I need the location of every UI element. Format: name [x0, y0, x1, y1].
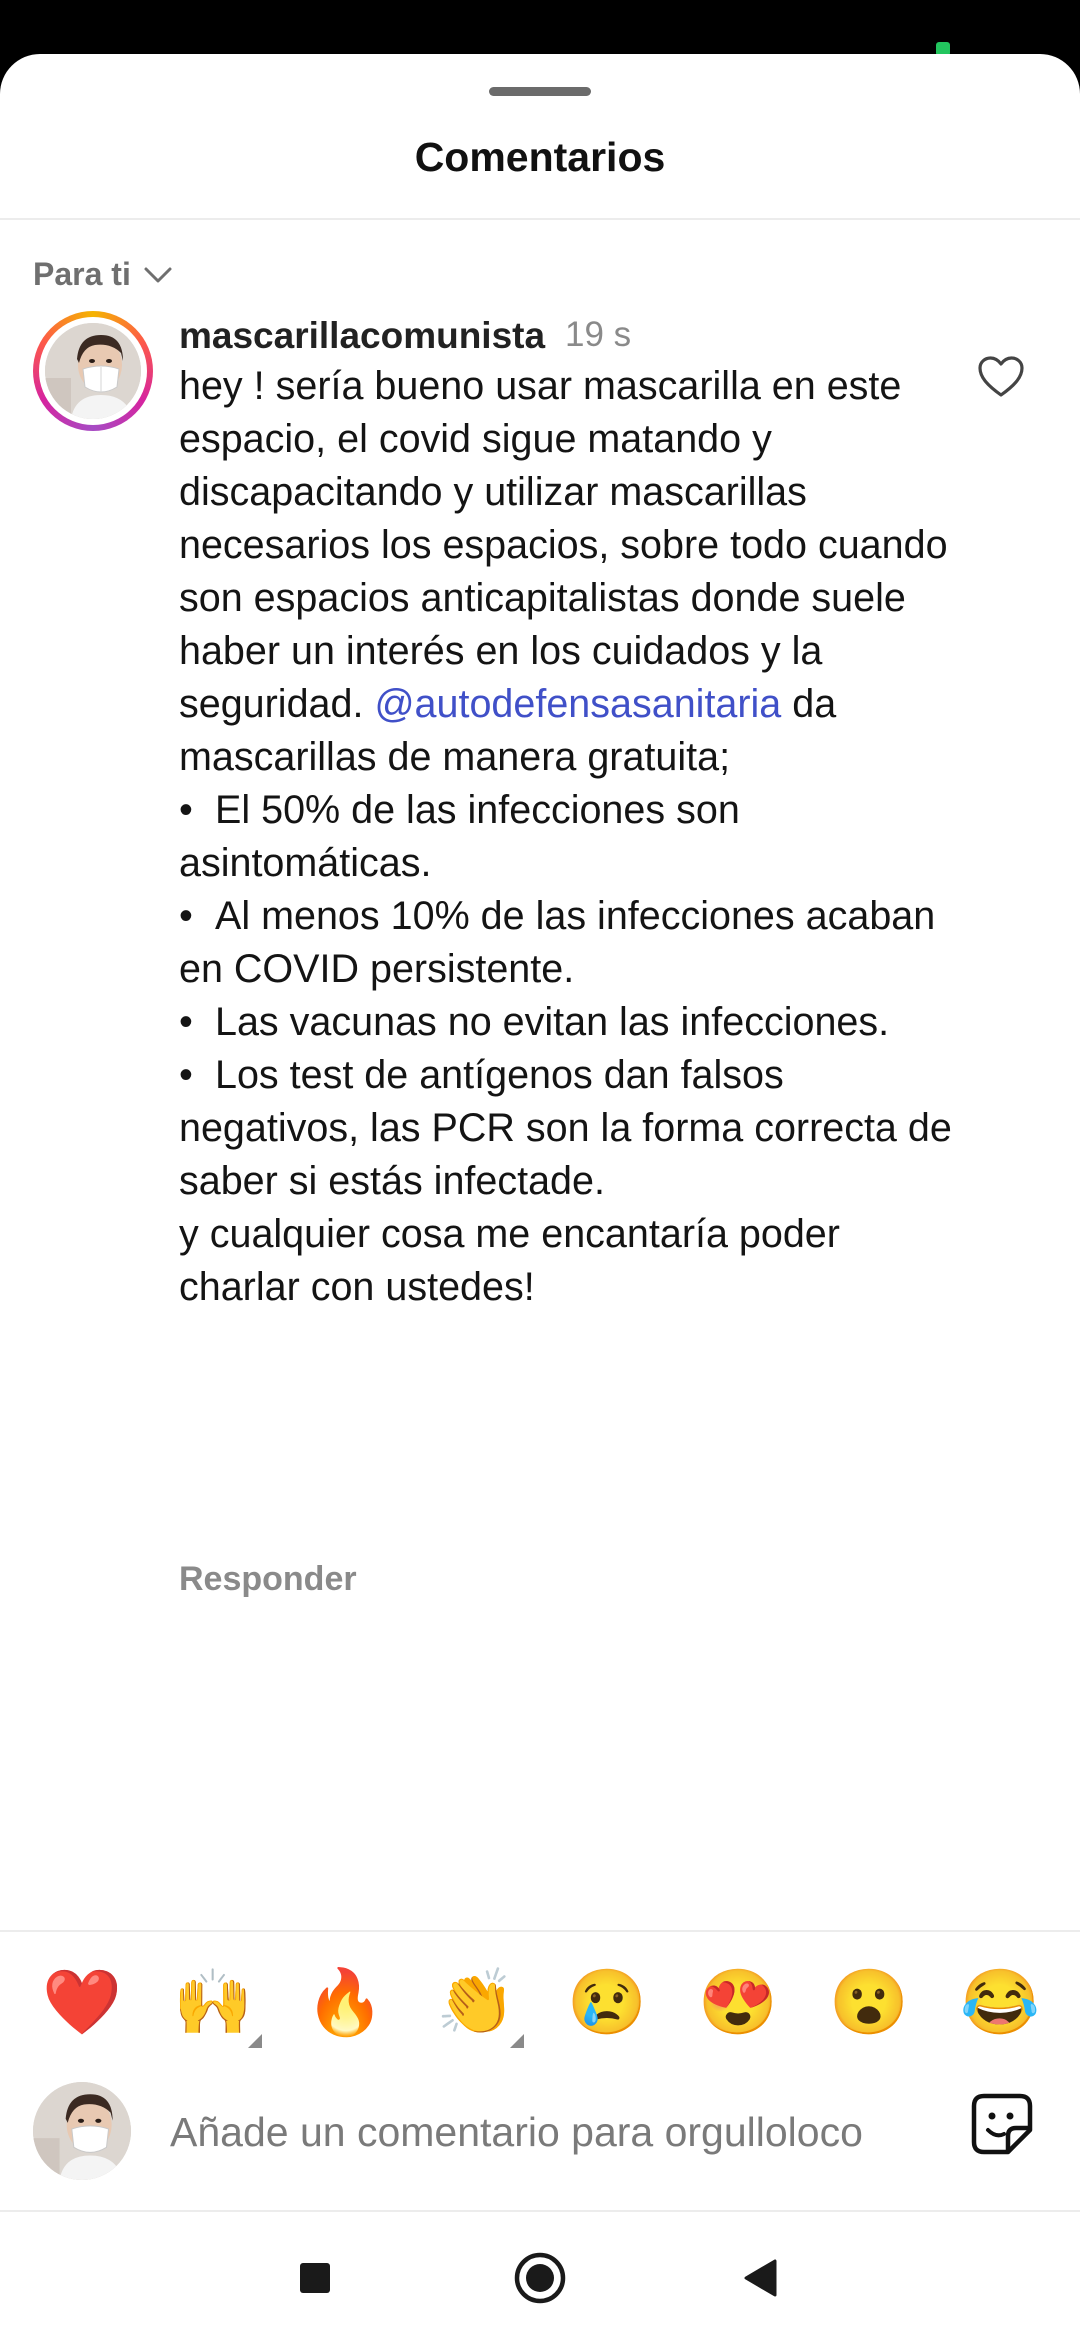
- header-divider: [0, 218, 1080, 220]
- back-triangle-icon[interactable]: [733, 2250, 789, 2306]
- sort-label: Para ti: [33, 256, 131, 292]
- skin-tone-indicator: [248, 2034, 262, 2048]
- comment-input[interactable]: [170, 2092, 950, 2172]
- reaction-heart-eyes[interactable]: 😍: [693, 1964, 783, 2040]
- comment-username[interactable]: mascarillacomunista: [179, 315, 545, 357]
- comment-timestamp: 19 s: [565, 315, 632, 354]
- bullet-item: • Los test de antígenos dan falsos negati…: [179, 1053, 952, 1203]
- system-nav-bar: [0, 2212, 1080, 2340]
- reaction-raised-hands[interactable]: 🙌: [168, 1964, 258, 2040]
- reply-button[interactable]: Responder: [179, 1560, 357, 1599]
- person-with-mask-icon: [33, 2082, 131, 2180]
- avatar-photo: [45, 323, 141, 419]
- reactions-divider: [0, 1930, 1080, 1932]
- sort-dropdown[interactable]: Para ti: [33, 256, 173, 293]
- recents-square-icon[interactable]: [287, 2250, 343, 2306]
- reaction-surprised-face[interactable]: 😮: [824, 1964, 914, 2040]
- comments-sheet: Comentarios Para ti mascarillacomunista …: [0, 54, 1080, 2314]
- drag-handle[interactable]: [489, 87, 591, 96]
- reaction-heart[interactable]: ❤️: [37, 1964, 127, 2040]
- person-with-mask-icon: [45, 323, 141, 419]
- reaction-laughing-face[interactable]: 😂: [955, 1964, 1045, 2040]
- chevron-down-icon: [144, 267, 172, 282]
- reaction-crying-face[interactable]: 😢: [562, 1964, 652, 2040]
- comment-closing: y cualquier cosa me encantaría poder cha…: [179, 1212, 840, 1309]
- commenter-avatar[interactable]: [33, 311, 153, 431]
- quick-reactions-bar: ❤️ 🙌 🔥 👏 😢 😍 😮 😂: [0, 1952, 1080, 2052]
- comment-text: hey ! sería bueno usar mascarilla en est…: [179, 360, 959, 1314]
- heart-outline-icon[interactable]: [977, 355, 1025, 399]
- bullet-item: • Al menos 10% de las infecciones acaban …: [179, 894, 936, 991]
- mention-link[interactable]: @autodefensasanitaria: [374, 682, 781, 726]
- reaction-fire[interactable]: 🔥: [300, 1964, 390, 2040]
- bullet-item: • El 50% de las infecciones son asintomát…: [179, 788, 740, 885]
- composer-avatar: [33, 2082, 131, 2180]
- skin-tone-indicator: [510, 2034, 524, 2048]
- home-circle-icon[interactable]: [512, 2250, 568, 2306]
- comment-paragraph: hey ! sería bueno usar mascarilla en est…: [179, 364, 948, 779]
- reaction-clapping-hands[interactable]: 👏: [431, 1964, 521, 2040]
- sticker-icon[interactable]: [970, 2092, 1034, 2156]
- bullet-item: • Las vacunas no evitan las infecciones.: [179, 1000, 890, 1044]
- page-title: Comentarios: [414, 134, 666, 180]
